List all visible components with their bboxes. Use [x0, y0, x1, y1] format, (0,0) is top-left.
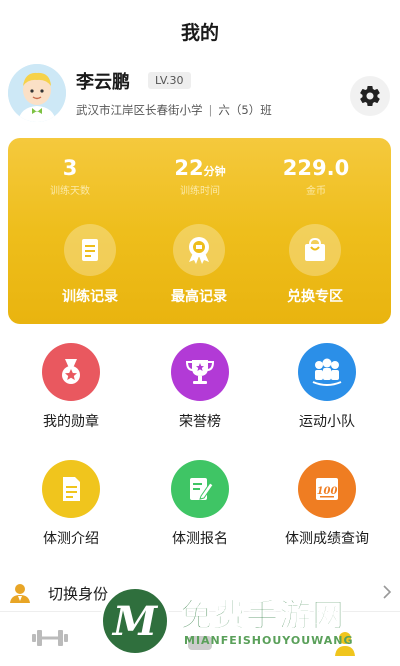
watermark: M 免费手游网 MIANFEISHOUYOUWANG: [100, 586, 400, 666]
grid-label: 体测成绩查询: [285, 531, 369, 547]
watermark-logo-letter: M: [112, 597, 158, 645]
fitness-score-query-button[interactable]: 100 体测成绩查询: [262, 460, 392, 548]
team-icon: [312, 358, 342, 386]
watermark-logo: M: [100, 586, 170, 656]
training-records-button[interactable]: 训练记录: [35, 224, 145, 306]
stat-coins: 229.0 金币: [256, 156, 376, 197]
user-icon: [8, 582, 32, 608]
grid-label: 体测介绍: [43, 531, 99, 547]
user-name: 李云鹏: [76, 72, 130, 93]
grid-label: 荣誉榜: [179, 414, 221, 430]
feature-label: 训练记录: [62, 289, 118, 305]
school-name: 武汉市江岸区长春街小学: [76, 103, 203, 117]
school-info: 武汉市江岸区长春街小学 | 六（5）班: [76, 102, 272, 118]
stat-label: 金币: [306, 186, 326, 197]
level-badge: LV.30: [148, 72, 191, 89]
stat-training-time: 22分钟 训练时间: [140, 156, 260, 197]
grid-label: 体测报名: [172, 531, 228, 547]
profile-section: 李云鹏 LV.30 武汉市江岸区长春街小学 | 六（5）班: [8, 64, 392, 124]
fitness-test-signup-button[interactable]: 体测报名: [135, 460, 265, 548]
grid-label: 我的勋章: [43, 414, 99, 430]
gear-icon: [360, 86, 380, 107]
watermark-title: 免费手游网: [179, 596, 346, 635]
stat-training-days: 3 训练天数: [10, 156, 130, 197]
stat-unit: 分钟: [203, 165, 226, 178]
my-medals-button[interactable]: 我的勋章: [6, 343, 136, 431]
stat-value: 22: [174, 156, 204, 180]
tab-training[interactable]: [30, 626, 70, 654]
honor-roll-button[interactable]: 荣誉榜: [135, 343, 265, 431]
score-100-icon: 100: [316, 478, 338, 500]
feature-label: 兑换专区: [287, 289, 343, 305]
avatar[interactable]: [8, 64, 66, 122]
document-icon: [63, 477, 80, 501]
medal-icon: [62, 359, 80, 384]
fitness-test-intro-button[interactable]: 体测介绍: [6, 460, 136, 548]
feature-label: 最高记录: [171, 289, 227, 305]
dumbbell-icon: [32, 630, 68, 646]
document-icon: [82, 239, 98, 261]
watermark-subtitle: MIANFEISHOUYOUWANG: [184, 634, 354, 647]
class-name: 六（5）班: [218, 103, 272, 117]
grid-label: 运动小队: [299, 414, 355, 430]
stat-label: 训练天数: [50, 186, 90, 197]
shopping-bag-icon: [305, 237, 325, 261]
stats-card: 3 训练天数 22分钟 训练时间 229.0 金币 训练记录 最高记录 兑换专区: [8, 138, 391, 324]
switch-identity-label: 切换身份: [48, 585, 109, 603]
award-icon: [189, 237, 209, 264]
best-records-button[interactable]: 最高记录: [144, 224, 254, 306]
sports-team-button[interactable]: 运动小队: [262, 343, 392, 431]
school-divider: |: [208, 103, 213, 117]
stat-value: 229.0: [282, 156, 350, 180]
stat-label: 训练时间: [180, 186, 220, 197]
settings-button[interactable]: [350, 76, 390, 116]
exchange-zone-button[interactable]: 兑换专区: [260, 224, 370, 306]
page-title: 我的: [180, 22, 219, 44]
edit-icon: [190, 478, 214, 500]
stat-value: 3: [62, 156, 78, 180]
svg-text:100: 100: [317, 486, 338, 497]
trophy-icon: [185, 360, 215, 384]
